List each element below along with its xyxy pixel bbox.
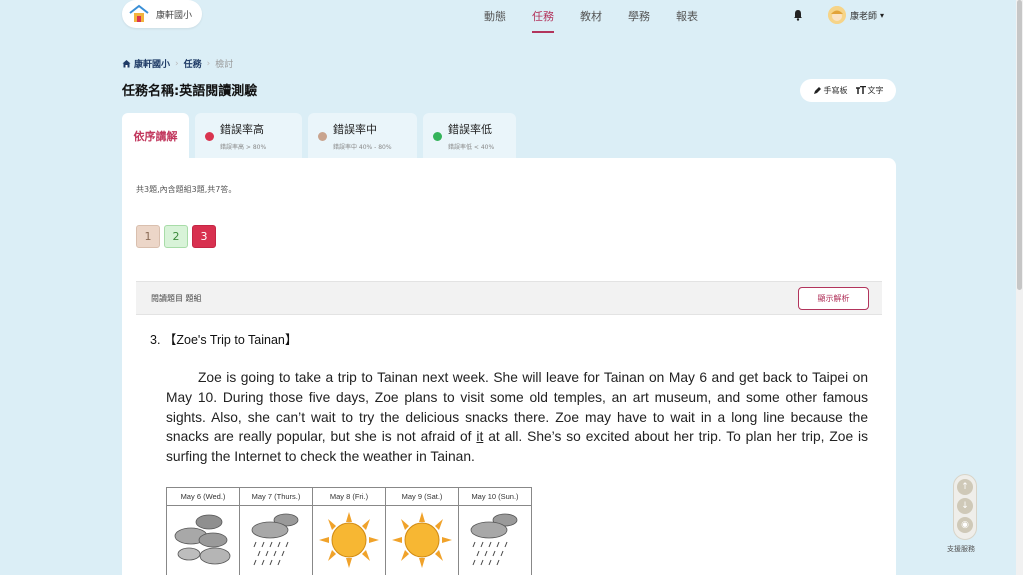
handwriting-mode-button[interactable]: 手寫板 [813, 85, 848, 96]
tab-sublabel: 錯誤率低 < 40% [448, 144, 495, 151]
support-label: 支援服務 [947, 545, 975, 553]
tab-sublabel: 錯誤率高 > 80% [220, 144, 267, 151]
brand-name: 康軒國小 [156, 10, 193, 21]
user-name: 康老師 [850, 11, 878, 22]
main-nav: 動態 任務 教材 學務 報表 [484, 8, 724, 33]
breadcrumb-task[interactable]: 任務 [184, 57, 202, 70]
scroll-down-icon[interactable]: ↓ [957, 498, 973, 514]
question-title: 3. 【Zoe's Trip to Tainan】 [150, 333, 298, 347]
sun-icon [319, 512, 379, 568]
text-mode-button[interactable]: 文字 [855, 85, 884, 96]
tab-label: 錯誤率高 [220, 123, 264, 136]
nav-item-tasks[interactable]: 任務 [532, 8, 554, 33]
text-mode-label: 文字 [867, 86, 884, 95]
avatar [828, 6, 846, 24]
nav-item-activity[interactable]: 動態 [484, 8, 506, 24]
question-number-button[interactable]: 1 [136, 225, 160, 248]
tab-error-low[interactable]: 錯誤率低 錯誤率低 < 40% [423, 113, 516, 159]
user-menu[interactable]: 康老師 ▾ [828, 6, 884, 24]
cloud-icon [174, 514, 231, 565]
home-icon [122, 60, 131, 68]
tab-label: 錯誤率中 [333, 123, 377, 136]
breadcrumb-separator: › [206, 58, 211, 69]
rain-icon [251, 513, 299, 566]
content-card: 共3題,內含題組3題,共7答。 1 2 3 閱讀題目 題組 顯示解析 3. 【Z… [122, 158, 896, 575]
show-explanation-button[interactable]: 顯示解析 [798, 287, 869, 310]
weather-cell [385, 505, 459, 575]
weather-table: May 6 (Wed.) May 7 (Thurs.) May 8 (Fri.)… [166, 487, 532, 575]
weather-cell [458, 505, 532, 575]
breadcrumb-current: 檢討 [215, 60, 234, 70]
weather-day: May 7 (Thurs.) [239, 487, 313, 506]
scroll-helper: ↑ ↓ ◉ [953, 474, 977, 540]
bell-icon[interactable] [793, 9, 803, 21]
nav-item-reports[interactable]: 報表 [676, 8, 698, 24]
weather-day: May 6 (Wed.) [166, 487, 240, 506]
status-dot-green [433, 131, 442, 141]
brand-logo-button[interactable]: 康軒國小 [122, 0, 203, 28]
sun-icon [392, 512, 452, 568]
chevron-down-icon: ▾ [880, 10, 885, 20]
question-header: 閱讀題目 題組 顯示解析 [136, 281, 882, 315]
support-bot-icon[interactable]: ◉ [957, 517, 973, 533]
input-mode-toggle: 手寫板 文字 [800, 79, 896, 102]
top-navbar: 康軒國小 動態 任務 教材 學務 報表 康老師 ▾ [122, 0, 896, 33]
question-number-button-active[interactable]: 3 [192, 225, 216, 248]
rain-icon [470, 513, 518, 566]
reading-passage: Zoe is going to take a trip to Tainan ne… [166, 368, 868, 467]
review-tabs: 依序講解 錯誤率高 錯誤率高 > 80% 錯誤率中 錯誤率中 40% - 80%… [122, 113, 516, 159]
question-type-label: 閱讀題目 題組 [151, 293, 202, 303]
breadcrumb-separator: › [175, 58, 179, 69]
question-number-button[interactable]: 2 [164, 225, 188, 248]
school-logo-icon [129, 4, 149, 22]
nav-item-materials[interactable]: 教材 [580, 8, 602, 24]
task-summary: 共3題,內含題組3題,共7答。 [136, 185, 237, 194]
breadcrumb-home[interactable]: 康軒國小 [122, 57, 170, 70]
avatar-face-icon [828, 6, 846, 24]
scroll-up-icon[interactable]: ↑ [957, 479, 973, 495]
breadcrumb: 康軒國小 › 任務 › 檢討 [122, 57, 233, 70]
tab-sequential[interactable]: 依序講解 [122, 113, 189, 159]
breadcrumb-home-label: 康軒國小 [134, 60, 171, 70]
page-scrollbar[interactable] [1016, 0, 1023, 575]
handwriting-label: 手寫板 [823, 86, 848, 95]
question-number-list: 1 2 3 [136, 225, 216, 248]
tab-label: 錯誤率低 [448, 123, 492, 136]
tab-sublabel: 錯誤率中 40% - 80% [333, 144, 392, 151]
weather-cell [166, 505, 240, 575]
scrollbar-thumb[interactable] [1017, 0, 1022, 290]
status-dot-tan [318, 131, 327, 141]
nav-item-academics[interactable]: 學務 [628, 8, 650, 24]
status-dot-red [205, 131, 214, 141]
weather-day: May 8 (Fri.) [312, 487, 386, 506]
weather-day: May 9 (Sat.) [385, 487, 459, 506]
weather-day: May 10 (Sun.) [458, 487, 532, 506]
tab-error-medium[interactable]: 錯誤率中 錯誤率中 40% - 80% [308, 113, 417, 159]
weather-cell [312, 505, 386, 575]
text-size-icon [855, 86, 866, 94]
tab-error-high[interactable]: 錯誤率高 錯誤率高 > 80% [195, 113, 302, 159]
pen-icon [813, 87, 821, 94]
weather-cell [239, 505, 313, 575]
page-title: 任務名稱:英語閱讀測驗 [122, 84, 258, 99]
